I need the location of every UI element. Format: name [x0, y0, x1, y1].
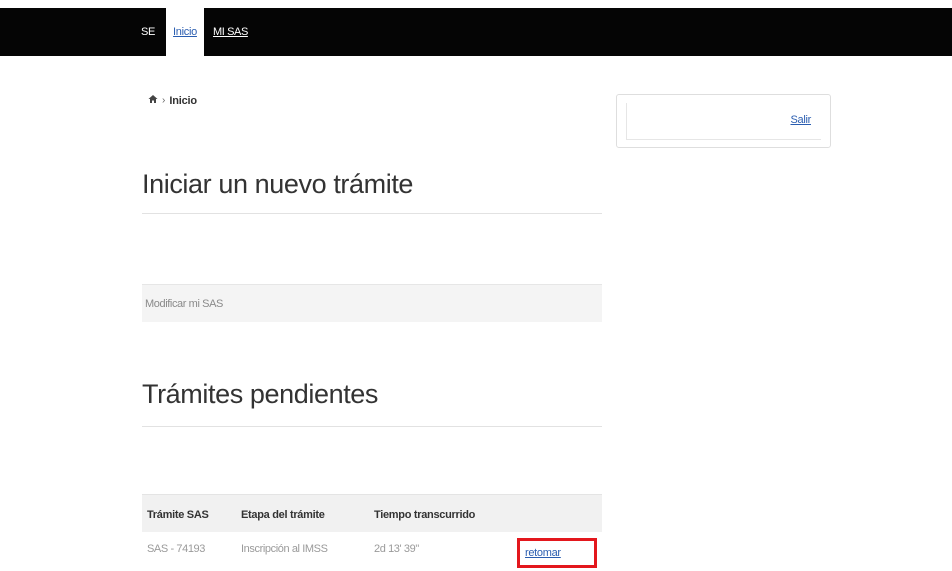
breadcrumb-separator: › — [162, 95, 166, 106]
retomar-link[interactable]: retomar — [517, 538, 597, 568]
cell-tiempo: 2d 13' 39" — [374, 543, 419, 555]
logout-link[interactable]: Salir — [790, 114, 811, 126]
top-navbar: SE Inicio MI SAS — [0, 8, 952, 56]
divider — [142, 426, 602, 427]
user-panel-inner: Salir — [626, 103, 821, 140]
modify-sas-link[interactable]: Modificar mi SAS — [142, 284, 602, 322]
breadcrumb-current: Inicio — [169, 94, 197, 107]
table-header: Trámite SAS Etapa del trámite Tiempo tra… — [142, 494, 602, 532]
nav-tab-inicio[interactable]: Inicio — [166, 8, 204, 56]
user-panel: Salir — [616, 94, 831, 148]
top-strip — [0, 0, 952, 8]
new-procedure-heading: Iniciar un nuevo trámite — [142, 169, 414, 199]
pending-procedures-heading: Trámites pendientes — [142, 379, 379, 409]
nav-tab-mi-sas[interactable]: MI SAS — [213, 8, 248, 56]
column-header-etapa: Etapa del trámite — [241, 509, 325, 521]
breadcrumb: › Inicio — [148, 94, 197, 107]
home-icon[interactable] — [148, 94, 158, 107]
nav-brand-se[interactable]: SE — [141, 8, 155, 56]
cell-etapa: Inscripción al IMSS — [241, 543, 328, 555]
divider — [142, 213, 602, 214]
column-header-tiempo: Tiempo transcurrido — [374, 509, 476, 521]
cell-tramite: SAS - 74193 — [147, 543, 205, 555]
column-header-tramite: Trámite SAS — [147, 509, 209, 521]
